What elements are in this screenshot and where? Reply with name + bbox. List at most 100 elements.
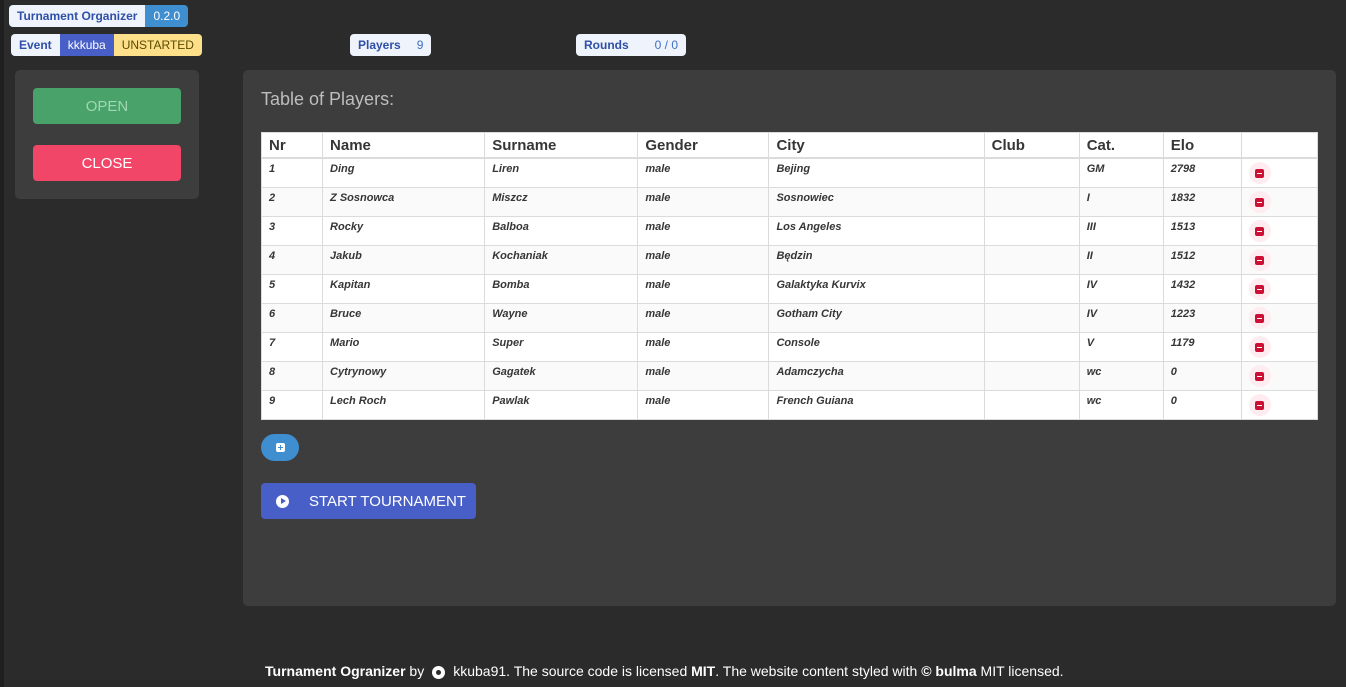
cell-name: Cytrynowy: [322, 361, 486, 391]
add-player-button[interactable]: [261, 434, 299, 461]
close-button[interactable]: CLOSE: [33, 145, 181, 181]
cell-elo: 1179: [1162, 332, 1242, 362]
cell-city: Console: [768, 332, 985, 362]
table-row: 6 Bruce Wayne male Gotham City IV 1223: [260, 303, 1319, 333]
minus-circle-icon: [1255, 342, 1265, 352]
event-owner: kkkuba: [59, 34, 114, 56]
cell-gender: male: [637, 303, 770, 333]
footer-by: by: [405, 663, 425, 679]
cell-nr: 1: [260, 157, 324, 188]
table-row: 8 Cytrynowy Gagatek male Adamczycha wc 0: [260, 361, 1319, 391]
cell-category: wc: [1078, 390, 1164, 420]
delete-player-button[interactable]: [1248, 220, 1271, 242]
delete-player-button[interactable]: [1248, 249, 1271, 271]
cell-gender: male: [637, 390, 770, 420]
column-header: Gender: [637, 132, 770, 159]
cell-nr: 2: [260, 187, 324, 217]
footer-text-2: . The website content styled with: [715, 663, 922, 679]
cell-name: Z Sosnowca: [322, 187, 486, 217]
delete-player-button[interactable]: [1248, 162, 1271, 184]
start-tournament-label: START TOURNAMENT: [309, 492, 466, 510]
page-title: Table of Players:: [261, 89, 395, 109]
start-tournament-button[interactable]: START TOURNAMENT: [261, 483, 476, 519]
cell-nr: 6: [260, 303, 324, 333]
cell-nr: 7: [260, 332, 324, 362]
cell-category: I: [1078, 187, 1164, 217]
table-row: 4 Jakub Kochaniak male Będzin II 1512: [260, 245, 1319, 275]
cell-elo: 1432: [1162, 274, 1242, 304]
delete-player-button[interactable]: [1248, 336, 1271, 358]
cell-city: French Guiana: [768, 390, 985, 420]
table-row: 7 Mario Super male Console V 1179: [260, 332, 1319, 362]
cell-club: [983, 332, 1080, 362]
delete-player-button[interactable]: [1248, 278, 1271, 300]
delete-player-button[interactable]: [1248, 365, 1271, 387]
minus-circle-icon: [1255, 226, 1265, 236]
cell-name: Jakub: [322, 245, 486, 275]
cell-gender: male: [637, 332, 770, 362]
github-icon: [432, 665, 446, 679]
footer-copyright: ©: [921, 663, 932, 679]
rounds-tag: Rounds 0 / 0: [576, 34, 687, 56]
table-row: 5 Kapitan Bomba male Galaktyka Kurvix IV…: [260, 274, 1319, 304]
cell-nr: 3: [260, 216, 324, 246]
play-circle-icon: [276, 494, 289, 508]
delete-player-button[interactable]: [1248, 307, 1271, 329]
rounds-label: Rounds: [576, 34, 637, 56]
cell-actions: [1240, 216, 1319, 246]
cell-actions: [1240, 274, 1319, 304]
cell-city: Gotham City: [768, 303, 985, 333]
delete-player-button[interactable]: [1248, 191, 1271, 213]
cell-actions: [1240, 187, 1319, 217]
players-table: Nr Name Surname Gender City Club Cat. El…: [260, 132, 1319, 420]
table-row: 3 Rocky Balboa male Los Angeles III 1513: [260, 216, 1319, 246]
cell-elo: 0: [1162, 361, 1242, 391]
cell-surname: Liren: [484, 157, 639, 188]
open-button[interactable]: OPEN: [33, 88, 181, 124]
cell-gender: male: [637, 187, 770, 217]
delete-player-button[interactable]: [1248, 394, 1271, 416]
cell-nr: 4: [260, 245, 324, 275]
table-row: 1 Ding Liren male Bejing GM 2798: [260, 157, 1319, 188]
cell-actions: [1240, 303, 1319, 333]
app-version-tag: Turnament Organizer 0.2.0: [9, 5, 189, 27]
cell-name: Rocky: [322, 216, 486, 246]
players-tag: Players 9: [350, 34, 432, 56]
cell-gender: male: [637, 157, 770, 188]
column-header: Surname: [484, 132, 639, 159]
page-edge: [0, 0, 4, 687]
cell-club: [983, 216, 1080, 246]
players-count: 9: [408, 34, 432, 56]
column-header: [1240, 132, 1319, 159]
event-status: UNSTARTED: [113, 34, 202, 56]
cell-surname: Balboa: [484, 216, 639, 246]
cell-actions: [1240, 157, 1319, 188]
cell-elo: 1832: [1162, 187, 1242, 217]
column-header: Nr: [260, 132, 324, 159]
cell-name: Bruce: [322, 303, 486, 333]
cell-elo: 1513: [1162, 216, 1242, 246]
table-row: 2 Z Sosnowca Miszcz male Sosnowiec I 183…: [260, 187, 1319, 217]
cell-surname: Super: [484, 332, 639, 362]
cell-gender: male: [637, 274, 770, 304]
footer-license[interactable]: MIT: [691, 663, 715, 679]
cell-city: Bejing: [768, 157, 985, 188]
footer-text-1: . The source code is licensed: [506, 663, 692, 679]
footer: Turnament Ogranizer by kkuba91 . The sou…: [265, 663, 1064, 679]
minus-circle-icon: [1255, 400, 1265, 410]
cell-actions: [1240, 332, 1319, 362]
cell-gender: male: [637, 361, 770, 391]
cell-category: GM: [1078, 157, 1164, 188]
column-header: Club: [983, 132, 1080, 159]
footer-author-link[interactable]: kkuba91: [453, 663, 506, 679]
cell-name: Kapitan: [322, 274, 486, 304]
event-label: Event: [11, 34, 60, 56]
cell-elo: 0: [1162, 390, 1242, 420]
cell-club: [983, 303, 1080, 333]
minus-circle-icon: [1255, 371, 1265, 381]
app-name: Turnament Organizer: [9, 5, 146, 27]
plus-square-icon: [275, 443, 285, 452]
cell-club: [983, 157, 1080, 188]
cell-surname: Wayne: [484, 303, 639, 333]
footer-bulma-link[interactable]: bulma: [935, 663, 976, 679]
